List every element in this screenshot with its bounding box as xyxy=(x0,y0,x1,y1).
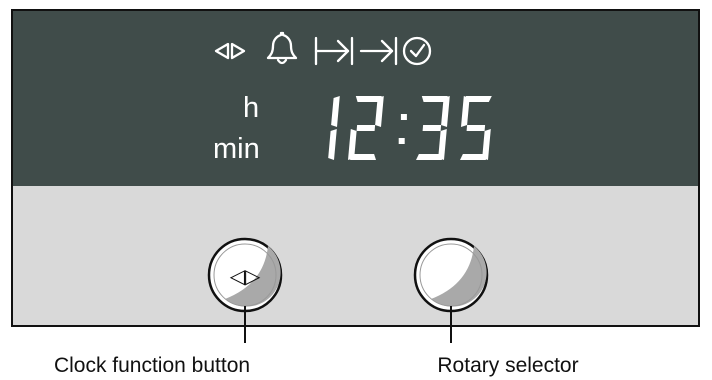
rotary-selector-caption: Rotary selector xyxy=(437,354,578,377)
time-colon-top xyxy=(400,114,407,120)
hours-unit-label: h xyxy=(243,92,259,124)
digit-segment-g xyxy=(466,125,486,131)
minutes-unit-label: min xyxy=(213,133,260,165)
clock-function-button-symbol: ◁▷ xyxy=(229,264,261,288)
digit-segment-d xyxy=(416,154,442,160)
clock-function-button[interactable]: ◁▷ xyxy=(207,237,283,313)
time-colon-bottom xyxy=(398,138,405,144)
digit-segment-g xyxy=(356,125,376,131)
digit-segment-g xyxy=(422,125,442,131)
digit-segment-a xyxy=(465,96,492,102)
digit-segment-d xyxy=(460,154,486,160)
rotary-selector[interactable] xyxy=(413,237,489,313)
oven-control-diagram: h min ◁▷ Clock function button Rotary se… xyxy=(11,9,700,377)
clock-function-button-caption: Clock function button xyxy=(54,354,250,377)
